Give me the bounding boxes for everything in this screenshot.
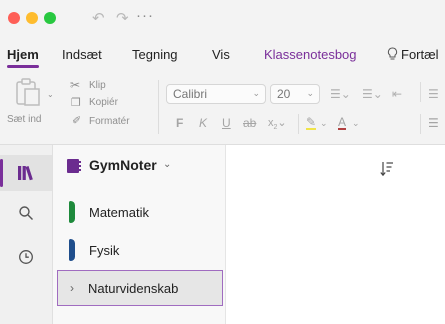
redo-icon[interactable]: ↷ xyxy=(116,9,129,27)
close-window-button[interactable] xyxy=(8,12,20,24)
section-label: Matematik xyxy=(89,205,149,220)
navigation-rail xyxy=(0,145,53,324)
tab-indsaet[interactable]: Indsæt xyxy=(62,47,102,62)
bold-icon[interactable]: F xyxy=(176,116,183,130)
font-color-icon[interactable]: A xyxy=(338,116,347,130)
paste-dropdown-chevron[interactable]: ⌄ xyxy=(47,90,54,99)
section-item-fysik[interactable]: Fysik xyxy=(53,233,225,269)
notebook-title: GymNoter xyxy=(89,157,157,173)
italic-icon[interactable]: K xyxy=(199,116,207,130)
indent-icon[interactable]: ☰ xyxy=(428,87,439,101)
chevron-right-icon[interactable]: › xyxy=(70,281,74,295)
more-icon[interactable]: ··· xyxy=(136,7,154,24)
ribbon-tabs: Hjem Indsæt Tegning Vis Klassenotesbog F… xyxy=(0,36,445,70)
font-name-value: Calibri xyxy=(173,87,208,101)
sections-pane: GymNoter ⌄ Matematik Fysik › Naturvidens… xyxy=(53,145,226,324)
section-color-tab xyxy=(69,201,75,223)
subscript-icon[interactable]: x2⌄ xyxy=(268,116,287,131)
align-icon[interactable]: ☰ xyxy=(428,116,439,130)
cut-button[interactable]: Klip xyxy=(89,80,106,91)
toolbar-divider xyxy=(158,80,159,134)
clock-icon xyxy=(19,250,33,264)
minimize-window-button[interactable] xyxy=(26,12,38,24)
font-size-select[interactable]: 20 ⌄ xyxy=(270,84,320,104)
tab-klassenotesbog[interactable]: Klassenotesbog xyxy=(264,47,357,62)
strikethrough-icon[interactable]: ab xyxy=(243,116,256,130)
undo-icon[interactable]: ↶ xyxy=(92,9,105,27)
highlight-dropdown-chevron[interactable]: ⌄ xyxy=(320,118,328,129)
underline-icon[interactable]: U xyxy=(222,116,231,130)
chevron-down-icon: ⌄ xyxy=(163,159,172,170)
chevron-down-icon: ⌄ xyxy=(306,88,314,98)
copy-icon: ❐ xyxy=(71,97,81,109)
font-name-select[interactable]: Calibri ⌄ xyxy=(166,84,266,104)
section-group-naturvidenskab[interactable]: › Naturvidenskab xyxy=(57,270,223,306)
toolbar-divider xyxy=(420,82,421,102)
format-painter-button[interactable]: Formatér xyxy=(89,116,130,127)
bullet-list-icon[interactable]: ☰⌄ xyxy=(330,87,351,101)
pages-pane xyxy=(226,145,445,324)
outdent-icon[interactable]: ⇤ xyxy=(392,87,402,101)
toolbar-divider xyxy=(420,114,421,134)
tab-vis[interactable]: Vis xyxy=(212,47,230,62)
tab-tegning[interactable]: Tegning xyxy=(132,47,178,62)
scissors-icon: ✂ xyxy=(70,78,81,92)
recent-nav-button[interactable] xyxy=(0,239,52,275)
paste-icon[interactable] xyxy=(14,78,44,108)
home-toolbar: ⌄ Sæt ind ✂ Klip ❐ Kopiér ✐ Formatér Cal… xyxy=(0,70,445,145)
paste-label[interactable]: Sæt ind xyxy=(7,114,41,125)
copy-button[interactable]: Kopiér xyxy=(89,97,118,108)
section-label: Fysik xyxy=(89,243,120,258)
toolbar-divider xyxy=(298,114,299,134)
lightbulb-icon xyxy=(387,47,398,60)
section-group-label: Naturvidenskab xyxy=(88,281,179,296)
notebooks-nav-button[interactable] xyxy=(0,155,52,191)
tell-me-label: Fortæl xyxy=(401,47,439,62)
sort-icon[interactable] xyxy=(380,161,394,177)
tell-me-search[interactable]: Fortæl xyxy=(387,47,439,62)
highlight-icon[interactable]: ✎ xyxy=(306,116,317,130)
notebook-icon xyxy=(67,159,81,173)
section-color-tab xyxy=(69,239,75,261)
notebooks-icon xyxy=(18,166,33,181)
zoom-window-button[interactable] xyxy=(44,12,56,24)
title-bar: ↶ ↷ ··· xyxy=(0,0,445,36)
font-size-value: 20 xyxy=(277,87,291,101)
section-item-matematik[interactable]: Matematik xyxy=(53,195,225,231)
tab-hjem[interactable]: Hjem xyxy=(7,47,39,68)
search-nav-button[interactable] xyxy=(0,195,52,231)
numbered-list-icon[interactable]: ☰⌄ xyxy=(362,87,383,101)
chevron-down-icon: ⌄ xyxy=(252,88,260,98)
format-painter-icon: ✐ xyxy=(72,115,82,127)
font-color-dropdown-chevron[interactable]: ⌄ xyxy=(352,118,360,129)
notebook-picker[interactable]: GymNoter ⌄ xyxy=(53,145,225,185)
search-icon xyxy=(19,206,33,220)
